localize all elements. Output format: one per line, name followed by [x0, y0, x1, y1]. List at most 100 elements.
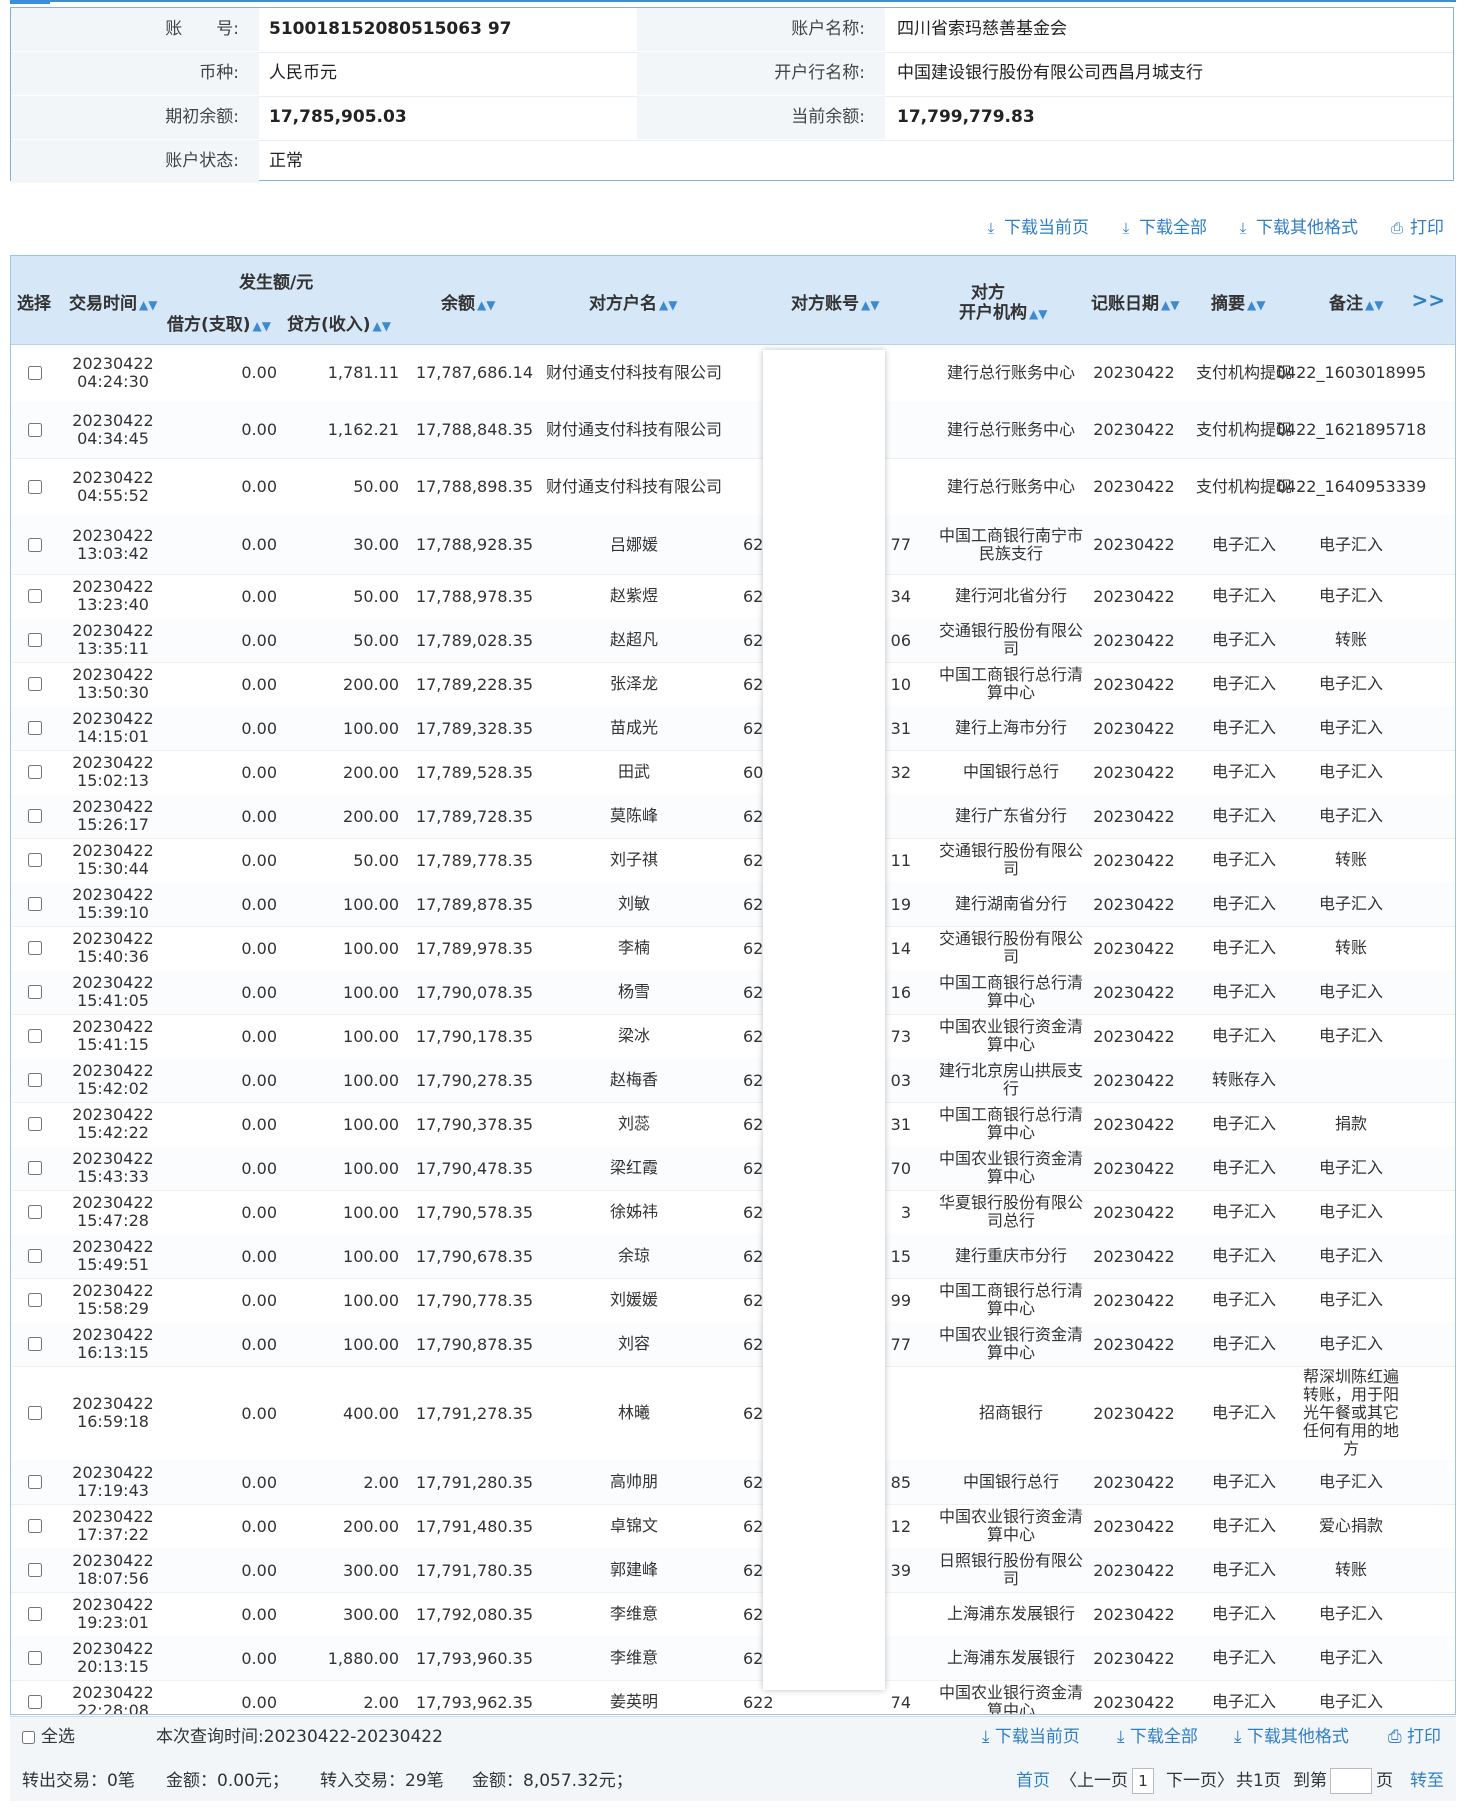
row-checkbox[interactable] — [28, 1205, 42, 1219]
cell-post-date: 20230422 — [1093, 477, 1175, 496]
prev-page-link[interactable]: 〈上一页 — [1060, 1767, 1128, 1795]
row-checkbox[interactable] — [28, 1406, 42, 1420]
cell-counterparty-name: 张泽龙 — [609, 674, 658, 693]
row-checkbox[interactable] — [28, 1607, 42, 1621]
header-post-date[interactable]: 记账日期 ▲▼ — [1091, 289, 1179, 314]
footer-download-all-button[interactable]: ⤓ 下载全部 — [1117, 1723, 1198, 1751]
row-checkbox[interactable] — [28, 365, 42, 380]
header-balance[interactable]: 余额 ▲▼ — [441, 289, 495, 314]
row-select[interactable] — [11, 1366, 59, 1460]
row-select[interactable] — [11, 1014, 59, 1058]
row-select[interactable] — [11, 794, 59, 838]
cell-counterparty-org: 建行湖南省分行 — [954, 894, 1067, 913]
row-select[interactable] — [11, 838, 59, 882]
table-row: 20230422 15:41:15 0.00 100.00 17,790,178.35 梁… — [11, 1014, 1455, 1059]
row-checkbox[interactable] — [28, 1651, 42, 1665]
row-select[interactable] — [11, 344, 59, 401]
header-summary[interactable]: 摘要 ▲▼ — [1211, 289, 1265, 314]
row-checkbox[interactable] — [28, 941, 42, 955]
download-page-button[interactable]: ⤓ 下载当前页 — [982, 214, 1089, 242]
row-select[interactable] — [11, 1636, 59, 1680]
row-select[interactable] — [11, 1592, 59, 1636]
row-checkbox[interactable] — [28, 809, 42, 823]
footer-print-button[interactable]: ⎙ 打印 — [1388, 1723, 1441, 1751]
row-select[interactable] — [11, 706, 59, 750]
header-credit[interactable]: 贷方(收入) ▲▼ — [287, 310, 391, 335]
row-select[interactable] — [11, 1680, 59, 1714]
goto-page-input[interactable] — [1330, 1767, 1372, 1795]
header-debit[interactable]: 借方(支取) ▲▼ — [167, 310, 271, 335]
row-checkbox[interactable] — [28, 1293, 42, 1307]
row-select[interactable] — [11, 1234, 59, 1278]
row-select[interactable] — [11, 458, 59, 515]
select-all[interactable]: 全选 — [22, 1723, 75, 1751]
header-note[interactable]: 备注 ▲▼ — [1329, 289, 1383, 314]
row-checkbox[interactable] — [28, 1161, 42, 1175]
footer-download-other-button[interactable]: ⤓ 下载其他格式 — [1234, 1723, 1349, 1751]
cell-counterparty-org: 建行上海市分行 — [954, 718, 1067, 737]
currency: 人民币元 — [269, 63, 337, 83]
row-checkbox[interactable] — [28, 1475, 42, 1489]
header-counterparty-name[interactable]: 对方户名 ▲▼ — [589, 289, 677, 314]
row-checkbox[interactable] — [28, 1073, 42, 1087]
row-checkbox[interactable] — [28, 537, 42, 552]
download-all-button[interactable]: ⤓ 下载全部 — [1117, 214, 1207, 242]
cell-time: 20230422 15:39:10 — [72, 885, 154, 922]
row-select[interactable] — [11, 618, 59, 662]
row-select[interactable] — [11, 1460, 59, 1504]
row-select[interactable] — [11, 970, 59, 1014]
row-checkbox[interactable] — [28, 721, 42, 735]
footer-download-page-button[interactable]: ⤓ 下载当前页 — [982, 1723, 1080, 1751]
row-checkbox[interactable] — [28, 1249, 42, 1263]
row-checkbox[interactable] — [28, 422, 42, 437]
row-checkbox[interactable] — [28, 677, 42, 691]
info-row-currency: 币种: 人民币元 开户行名称: 中国建设银行股份有限公司西昌月城支行 — [11, 52, 1453, 97]
cell-summary: 电子汇入 — [1211, 534, 1276, 554]
cell-counterparty-org: 建行重庆市分行 — [954, 1246, 1067, 1265]
row-checkbox[interactable] — [28, 1563, 42, 1577]
first-page-link[interactable]: 首页 — [1016, 1767, 1050, 1795]
cell-counterparty-name: 梁冰 — [617, 1026, 650, 1045]
row-select[interactable] — [11, 1322, 59, 1366]
row-select[interactable] — [11, 882, 59, 926]
cell-post-date: 20230422 — [1093, 982, 1175, 1002]
header-org[interactable]: 开户机构 ▲▼ — [959, 298, 1047, 323]
row-checkbox[interactable] — [28, 1337, 42, 1351]
cell-counterparty-name: 李楠 — [617, 938, 650, 957]
print-button[interactable]: ⎙ 打印 — [1388, 214, 1444, 242]
row-checkbox[interactable] — [28, 633, 42, 647]
row-select[interactable] — [11, 1102, 59, 1146]
row-select[interactable] — [11, 1278, 59, 1322]
row-checkbox[interactable] — [28, 589, 42, 603]
row-select[interactable] — [11, 750, 59, 794]
row-checkbox[interactable] — [28, 1519, 42, 1533]
header-counterparty-account[interactable]: 对方账号 ▲▼ — [791, 289, 879, 314]
goto-button[interactable]: 转至 — [1410, 1767, 1444, 1795]
row-checkbox[interactable] — [28, 1695, 42, 1709]
row-select[interactable] — [11, 1190, 59, 1234]
row-select[interactable] — [11, 926, 59, 970]
row-checkbox[interactable] — [28, 479, 42, 494]
cell-summary: 电子汇入 — [1211, 762, 1276, 781]
row-select[interactable] — [11, 515, 59, 574]
row-select[interactable] — [11, 574, 59, 618]
row-checkbox[interactable] — [28, 1117, 42, 1131]
download-other-button[interactable]: ⤓ 下载其他格式 — [1234, 214, 1358, 242]
row-select[interactable] — [11, 401, 59, 458]
header-time[interactable]: 交易时间 ▲▼ — [69, 289, 157, 314]
next-page-link[interactable]: 下一页〉 — [1166, 1767, 1234, 1795]
row-checkbox[interactable] — [28, 897, 42, 911]
row-checkbox[interactable] — [28, 765, 42, 779]
row-select[interactable] — [11, 1548, 59, 1592]
table-row: 20230422 16:59:18 0.00 400.00 17,791,278.35 林… — [11, 1366, 1455, 1461]
select-all-checkbox[interactable] — [22, 1730, 35, 1744]
row-select[interactable] — [11, 1146, 59, 1190]
row-select[interactable] — [11, 662, 59, 706]
row-checkbox[interactable] — [28, 985, 42, 999]
row-select[interactable] — [11, 1504, 59, 1548]
cell-credit: 2.00 — [363, 1692, 399, 1712]
row-select[interactable] — [11, 1058, 59, 1102]
expand-columns-icon[interactable]: >> — [1411, 288, 1445, 312]
row-checkbox[interactable] — [28, 1029, 42, 1043]
row-checkbox[interactable] — [28, 853, 42, 867]
